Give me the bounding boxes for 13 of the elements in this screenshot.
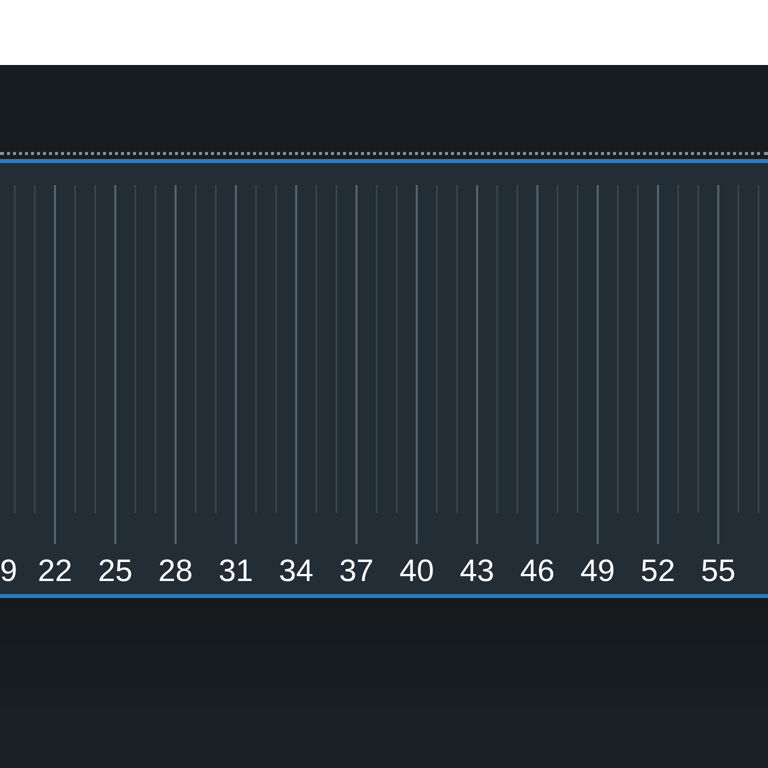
scale-label: 49 xyxy=(579,554,616,586)
scale-label: 55 xyxy=(700,554,736,586)
scale-label: 46 xyxy=(519,554,556,586)
scale-label: 9 xyxy=(0,554,18,586)
scale-label: 34 xyxy=(278,554,314,586)
scale-label: 40 xyxy=(398,554,435,586)
scale-label: 43 xyxy=(458,554,496,586)
scale-label: 52 xyxy=(640,554,676,586)
scale-label: 31 xyxy=(218,554,254,586)
scale-label: 37 xyxy=(338,554,375,586)
scale-label: 25 xyxy=(97,554,134,586)
scale-label: 28 xyxy=(157,554,194,586)
scale-label: 22 xyxy=(36,554,74,586)
